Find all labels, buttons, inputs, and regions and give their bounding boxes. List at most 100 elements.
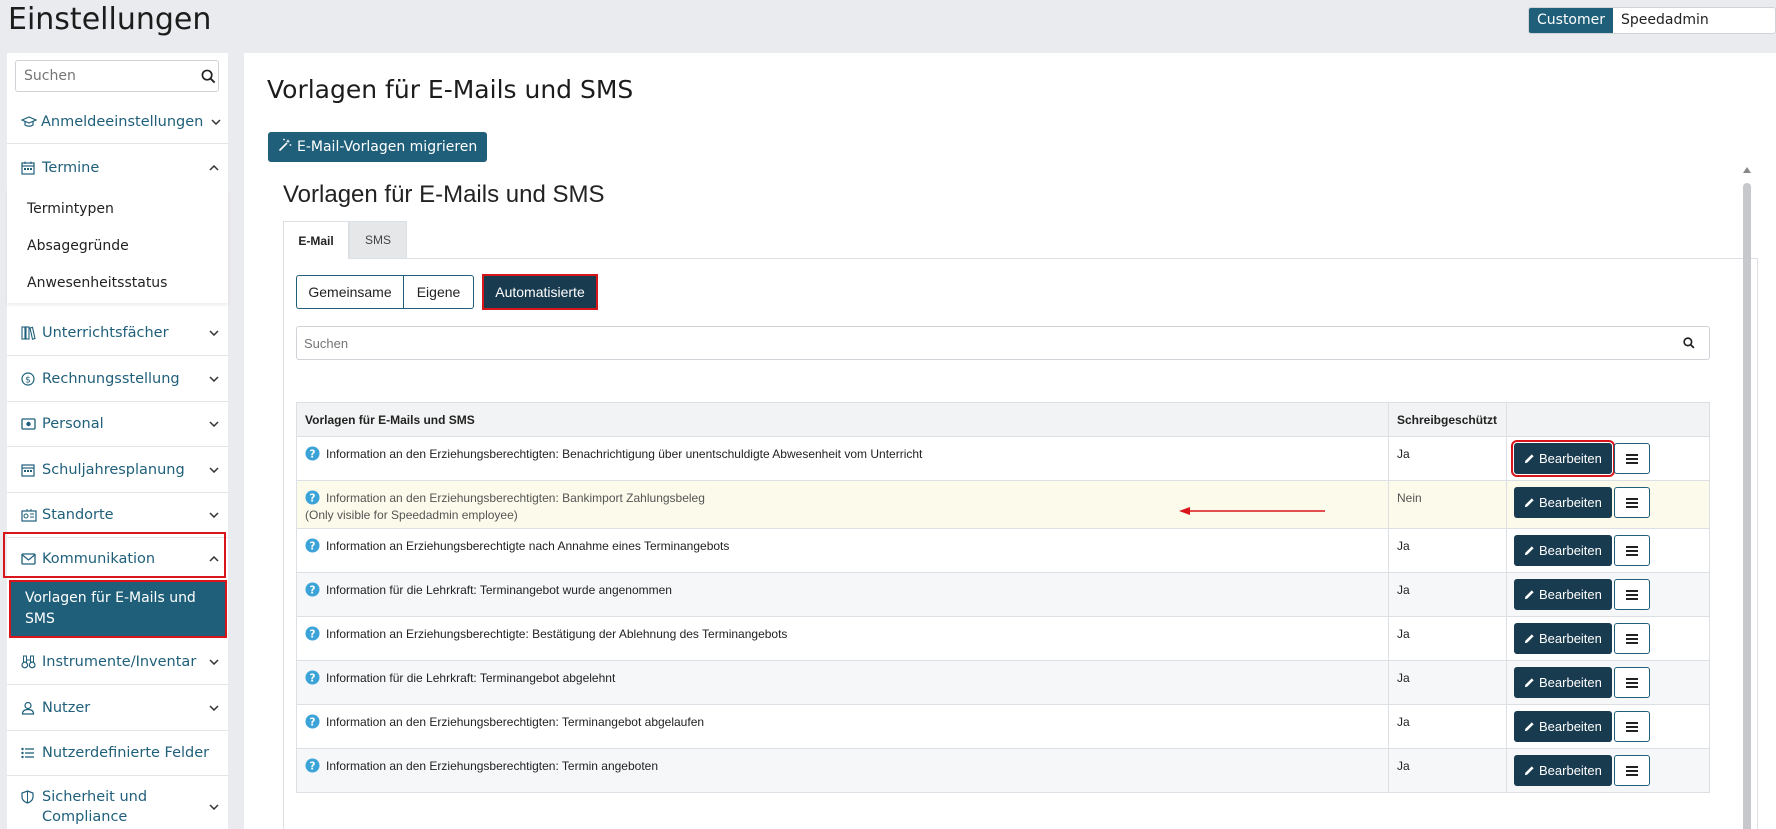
- readonly-cell: Ja: [1388, 528, 1507, 573]
- row-menu-button[interactable]: [1613, 711, 1650, 742]
- search-icon[interactable]: [198, 69, 218, 84]
- edit-button[interactable]: Bearbeiten: [1514, 535, 1612, 566]
- row-menu-button[interactable]: [1613, 443, 1650, 474]
- calendar-icon: [21, 159, 38, 176]
- panel-title: Vorlagen für E-Mails und SMS: [283, 181, 605, 208]
- row-menu-button[interactable]: [1613, 487, 1650, 518]
- svg-text:?: ?: [310, 672, 316, 684]
- question-circle-icon[interactable]: ?: [305, 446, 320, 461]
- hamburger-icon: [1625, 545, 1638, 556]
- edit-button[interactable]: Bearbeiten: [1514, 579, 1612, 610]
- question-circle-icon[interactable]: ?: [305, 582, 320, 597]
- search-icon[interactable]: [1669, 337, 1709, 349]
- actions-cell: Bearbeiten: [1506, 480, 1710, 529]
- sidebar-item-instrumente[interactable]: Instrumente/Inventar: [7, 640, 228, 685]
- readonly-cell: Ja: [1388, 748, 1507, 793]
- table-row: ? Information an den Erziehungsberechtigt…: [296, 748, 1710, 793]
- sidebar-item-label: Schuljahresplanung: [42, 461, 185, 478]
- scrollbar[interactable]: [1743, 165, 1751, 829]
- list-icon: [21, 745, 38, 762]
- template-name: Information an den Erziehungsberechtigte…: [326, 758, 658, 773]
- table-search-input[interactable]: [297, 328, 1669, 358]
- actions-cell: Bearbeiten: [1506, 748, 1710, 793]
- chevron-down-icon: [200, 803, 228, 810]
- row-menu-button[interactable]: [1613, 755, 1650, 786]
- sidebar-item-sicherheit[interactable]: Sicherheit und Compliance: [7, 776, 228, 829]
- sidebar-item-kommunikation[interactable]: Kommunikation: [7, 538, 228, 580]
- sidebar-item-termine[interactable]: Termine: [7, 144, 228, 191]
- row-menu-button[interactable]: [1613, 535, 1650, 566]
- migrate-templates-button[interactable]: E-Mail-Vorlagen migrieren: [268, 132, 488, 162]
- question-circle-icon[interactable]: ?: [305, 490, 320, 505]
- filter-gemeinsame-button[interactable]: Gemeinsame: [296, 275, 404, 309]
- building-icon: [21, 507, 38, 524]
- dollar-coin-icon: $: [21, 370, 38, 387]
- sidebar-item-label: Sicherheit und Compliance: [42, 788, 148, 825]
- template-name-cell: ? Information an den Erziehungsberechtigt…: [296, 748, 1389, 793]
- question-circle-icon[interactable]: ?: [305, 758, 320, 773]
- sidebar-subitem-email-sms-templates[interactable]: Vorlagen für E-Mails und SMS: [9, 580, 227, 638]
- row-menu-button[interactable]: [1613, 579, 1650, 610]
- actions-cell: Bearbeiten: [1506, 616, 1710, 661]
- sidebar-search: [15, 60, 219, 92]
- edit-button[interactable]: Bearbeiten: [1514, 623, 1612, 654]
- sidebar-item-nutzer[interactable]: Nutzer: [7, 685, 228, 731]
- question-circle-icon[interactable]: ?: [305, 714, 320, 729]
- tab-email[interactable]: E-Mail: [283, 221, 349, 259]
- edit-button[interactable]: Bearbeiten: [1514, 711, 1612, 742]
- row-menu-button[interactable]: [1613, 667, 1650, 698]
- row-menu-button[interactable]: [1613, 623, 1650, 654]
- template-name-cell: ? Information für die Lehrkraft: Terminan…: [296, 660, 1389, 705]
- edit-button-label: Bearbeiten: [1539, 495, 1602, 510]
- role-switch: Customer Speedadmin Employee: [1528, 7, 1776, 34]
- pencil-icon: [1524, 546, 1534, 556]
- question-circle-icon[interactable]: ?: [305, 670, 320, 685]
- sidebar-item-personal[interactable]: Personal: [7, 402, 228, 447]
- question-circle-icon[interactable]: ?: [305, 538, 320, 553]
- edit-button[interactable]: Bearbeiten: [1514, 667, 1612, 698]
- sidebar-item-rechnungsstellung[interactable]: $ Rechnungsstellung: [7, 356, 228, 402]
- hamburger-icon: [1625, 721, 1638, 732]
- sidebar-item-label: Unterrichtsfächer: [42, 325, 169, 341]
- sidebar-subitem-absagegruende[interactable]: Absagegründe: [27, 238, 129, 254]
- svg-text:?: ?: [310, 540, 316, 552]
- table-row: ? Information an Erziehungsberechtigte na…: [296, 528, 1710, 573]
- sidebar-item-label: Rechnungsstellung: [42, 370, 180, 387]
- magic-wand-icon: [278, 138, 292, 156]
- question-circle-icon[interactable]: ?: [305, 626, 320, 641]
- role-speedadmin-employee-button[interactable]: Speedadmin Employee: [1613, 8, 1775, 33]
- template-name: Information für die Lehrkraft: Terminang…: [326, 670, 616, 685]
- sidebar-item-label: Standorte: [42, 507, 114, 523]
- sidebar-item-label: Personal: [42, 416, 104, 432]
- scroll-up-icon[interactable]: [1743, 165, 1751, 175]
- column-header-readonly: Schreibgeschützt: [1388, 402, 1507, 437]
- scrollbar-thumb[interactable]: [1743, 183, 1751, 829]
- chevron-down-icon: [200, 659, 228, 665]
- edit-button-label: Bearbeiten: [1539, 587, 1602, 602]
- edit-button[interactable]: Bearbeiten: [1514, 755, 1612, 786]
- sidebar-item-label: Nutzerdefinierte Felder: [42, 745, 210, 761]
- sidebar-search-input[interactable]: [16, 62, 198, 90]
- sidebar-item-schuljahresplanung[interactable]: Schuljahresplanung: [7, 447, 228, 493]
- edit-button[interactable]: Bearbeiten: [1511, 440, 1615, 477]
- sidebar-item-unterrichtsfaecher[interactable]: Unterrichtsfächer: [7, 311, 228, 356]
- sidebar-subitem-anwesenheitsstatus[interactable]: Anwesenheitsstatus: [27, 275, 167, 291]
- binoculars-icon: [21, 654, 38, 671]
- graduation-cap-icon: [21, 113, 37, 130]
- sidebar-subitem-termintypen[interactable]: Termintypen: [27, 201, 114, 217]
- table-search: [296, 326, 1710, 360]
- sidebar-item-standorte[interactable]: Standorte: [7, 493, 228, 538]
- sidebar-item-anmeldeeinstellungen[interactable]: Anmeldeeinstellungen: [7, 100, 228, 144]
- filter-eigene-button[interactable]: Eigene: [404, 275, 474, 309]
- migrate-button-label: E-Mail-Vorlagen migrieren: [297, 139, 478, 155]
- column-header-actions: [1506, 402, 1710, 437]
- table-row: ? Information an den Erziehungsberechtigt…: [296, 436, 1710, 481]
- pencil-icon: [1524, 722, 1534, 732]
- edit-button[interactable]: Bearbeiten: [1514, 487, 1612, 518]
- role-customer-button[interactable]: Customer: [1529, 8, 1614, 33]
- sidebar-item-nutzerdefinierte-felder[interactable]: Nutzerdefinierte Felder: [7, 731, 228, 776]
- pencil-icon: [1524, 454, 1534, 464]
- filter-automatisierte-button[interactable]: Automatisierte: [482, 274, 598, 310]
- readonly-cell: Ja: [1388, 436, 1507, 481]
- tab-sms[interactable]: SMS: [349, 221, 407, 259]
